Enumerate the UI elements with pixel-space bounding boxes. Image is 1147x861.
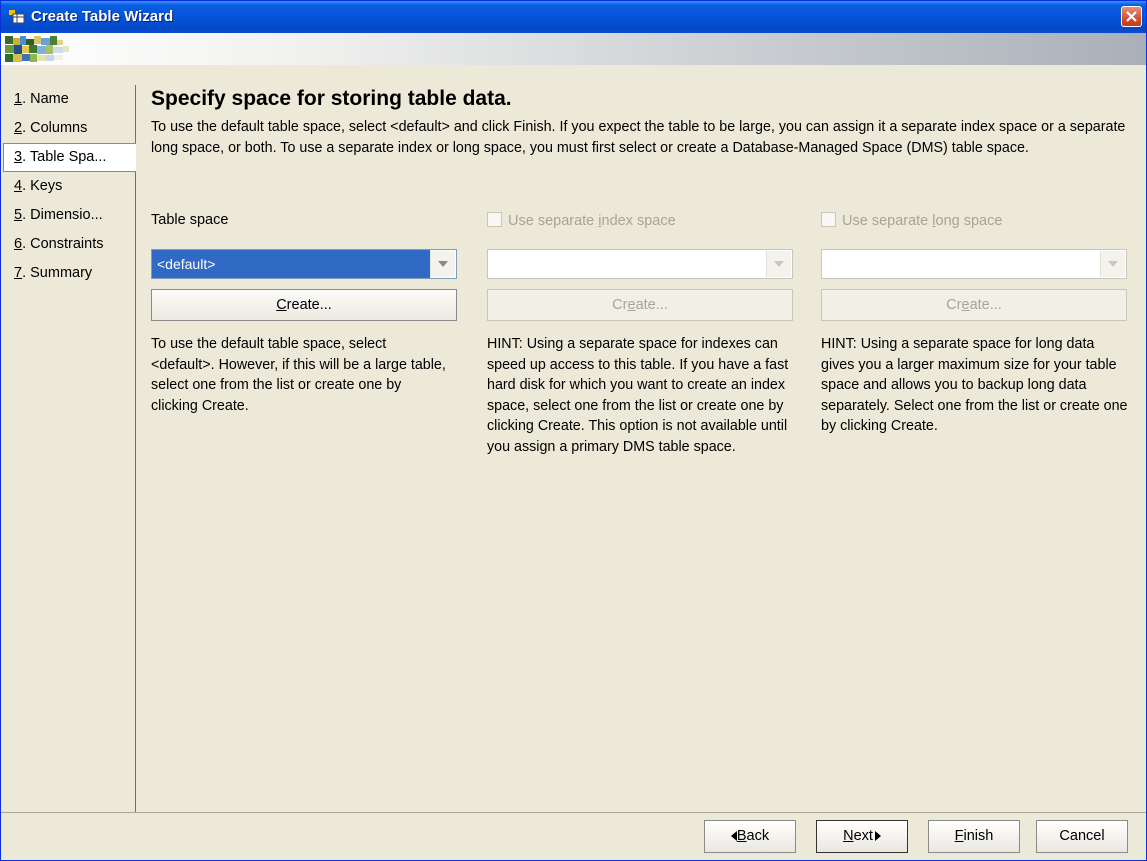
- nav-step-table-space[interactable]: 3. Table Spa...: [3, 143, 136, 172]
- page-description: To use the default table space, select <…: [151, 119, 1126, 156]
- long-space-dropdown-arrow[interactable]: [1100, 251, 1125, 277]
- finish-button[interactable]: Finish: [928, 820, 1020, 853]
- index-space-select[interactable]: [487, 249, 793, 279]
- nav-step-keys[interactable]: 4. Keys: [3, 172, 135, 201]
- table-space-dropdown-arrow[interactable]: [430, 251, 455, 277]
- table-space-value: <default>: [152, 250, 430, 278]
- title-bar[interactable]: Create Table Wizard: [1, 1, 1146, 33]
- back-button[interactable]: Back: [704, 820, 796, 853]
- use-long-space-checkbox[interactable]: Use separate long space: [821, 212, 1002, 229]
- banner-graphic-icon: [5, 36, 69, 62]
- checkbox-box[interactable]: [821, 212, 836, 227]
- use-index-space-checkbox[interactable]: Use separate index space: [487, 212, 676, 229]
- table-space-label: Table space: [151, 212, 229, 228]
- close-icon: [1126, 11, 1137, 22]
- window-title: Create Table Wizard: [31, 8, 174, 25]
- step-content: Specify space for storing table data. To…: [151, 85, 1136, 158]
- long-space-hint: HINT: Using a separate space for long da…: [821, 336, 1128, 434]
- page-heading: Specify space for storing table data.: [151, 87, 512, 110]
- wizard-banner: [1, 33, 1146, 65]
- table-space-hint: To use the default table space, select <…: [151, 336, 446, 414]
- cancel-button[interactable]: Cancel: [1036, 820, 1128, 853]
- long-space-create-button[interactable]: Create...: [821, 289, 1127, 321]
- nav-step-dimensions[interactable]: 5. Dimensio...: [3, 201, 135, 230]
- footer-divider: [1, 812, 1146, 813]
- wizard-window: Create Table Wizard 1. Name 2. Columns 3…: [0, 0, 1147, 861]
- table-space-select[interactable]: <default>: [151, 249, 457, 279]
- wizard-step-nav: 1. Name 2. Columns 3. Table Spa... 4. Ke…: [3, 85, 136, 812]
- chevron-down-icon: [1108, 261, 1118, 267]
- wizard-app-icon: [9, 10, 25, 24]
- nav-step-summary[interactable]: 7. Summary: [3, 259, 135, 288]
- checkbox-box[interactable]: [487, 212, 502, 227]
- index-space-dropdown-arrow[interactable]: [766, 251, 791, 277]
- nav-step-constraints[interactable]: 6. Constraints: [3, 230, 135, 259]
- next-button[interactable]: Next: [816, 820, 908, 853]
- chevron-down-icon: [438, 261, 448, 267]
- nav-step-name[interactable]: 1. Name: [3, 85, 135, 114]
- arrow-right-icon: [874, 831, 881, 841]
- close-button[interactable]: [1121, 6, 1142, 27]
- table-space-create-button[interactable]: Create...: [151, 289, 457, 321]
- nav-step-columns[interactable]: 2. Columns: [3, 114, 135, 143]
- long-space-select[interactable]: [821, 249, 1127, 279]
- index-space-hint: HINT: Using a separate space for indexes…: [487, 336, 789, 455]
- index-space-create-button[interactable]: Create...: [487, 289, 793, 321]
- chevron-down-icon: [774, 261, 784, 267]
